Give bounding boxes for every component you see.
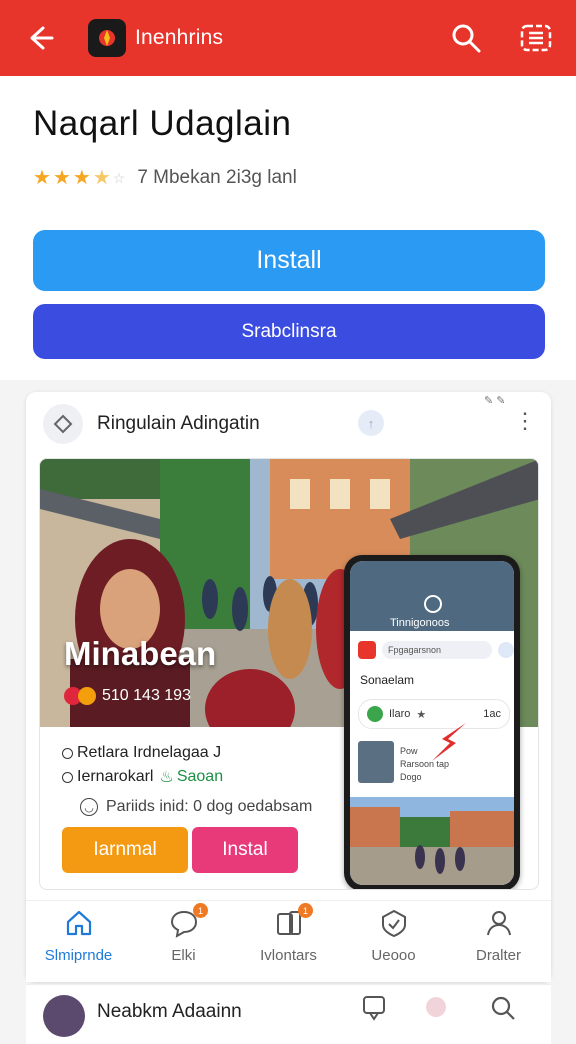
pointer-arrow-icon [432,723,466,761]
promo-meta: 510 143 193 [64,687,191,705]
promo-caption: Minabean [64,635,217,672]
leaf-icon [367,706,383,722]
rating-count: 7 Mbekan 2i3g lanl [137,167,297,188]
sprout-icon: ♨ [159,769,174,786]
app-bar: Inenhrins [0,0,576,76]
promo-card[interactable]: Minabean 510 143 193 Retlara Irdnelagaa … [39,458,539,890]
camera-icon [424,595,442,613]
tab-home[interactable]: Slmiprnde [26,901,131,982]
diamond-icon [43,404,83,444]
tab-chat[interactable]: 1 Elki [131,901,236,982]
bullet-icon [62,747,73,759]
notification-badge: 1 [193,903,208,918]
detail-line: ◡ Pariids inid: 0 dog oedabsam [62,795,332,819]
home-icon [63,907,95,939]
app-logo [88,19,126,57]
bullet-icon [62,771,73,783]
menu-box-icon[interactable] [518,20,554,56]
primary-promo-button[interactable]: Iarnmal [62,827,188,873]
person-thumbnail [358,741,394,783]
tab-profile[interactable]: Dralter [446,901,551,982]
arrow-left-icon[interactable] [22,20,58,56]
bottom-tab-bar: Slmiprnde 1 Elki 1 Ivlontars Ueooo Dralt… [26,900,551,982]
pin-icon[interactable]: ↑ [358,410,384,436]
install-promo-button[interactable]: Instal [192,827,298,873]
detail-line: Retlara Irdnelagaa J [62,741,332,765]
shield-icon [378,907,410,939]
app-name: Naqarl Udaglain [33,104,292,143]
tab-shield[interactable]: Ueooo [341,901,446,982]
secondary-button[interactable]: Srabclinsra [33,304,545,359]
comment-icon[interactable] [362,995,386,1026]
phone-section-title: Sonaelam [360,673,415,687]
help-icon [498,642,514,658]
app-bar-title: Inenhrins [135,26,224,49]
phone-search-input: Fpgagarsnon [382,641,492,659]
app-header: Naqarl Udaglain ★ ★ ★ ★ ☆ 7 Mbekan 2i3g … [0,76,576,380]
avatar[interactable] [43,995,85,1037]
reaction-icon [78,687,96,705]
star-half-icon: ★ [92,167,111,189]
star-icon: ★ [416,708,427,721]
star-icon: ★ [52,167,71,189]
smiley-icon: ◡ [80,798,98,816]
status-icons: ✎ ✎ [484,395,506,407]
profile-icon [483,907,515,939]
phone-top-text: Tinnigonoos [390,617,450,629]
phone-search-bar: Fpgagarsnon [358,639,514,661]
promo-meta-text: 510 143 193 [102,687,191,704]
star-icon: ★ [72,167,91,189]
search-icon[interactable] [448,20,484,56]
app-icon [358,641,376,659]
next-post-header: Neabkm Adaainn [26,984,551,1044]
rating: ★ ★ ★ ★ ☆ 7 Mbekan 2i3g lanl [33,167,297,189]
search-icon[interactable] [490,995,516,1026]
reaction-icon[interactable] [426,997,446,1017]
tab-phone[interactable]: 1 Ivlontars [236,901,341,982]
phone-photo [350,797,514,885]
post-card: Ringulain Adingatin ↑ ✎ ✎ ⋮ Minabean 510… [26,392,551,982]
detail-line: Iernarokarl ♨ Saoan [62,765,332,789]
phone-mockup: Tinnigonoos Fpgagarsnon Sonaelam Ilaro ★… [344,555,520,889]
notification-badge: 1 [298,903,313,918]
install-button[interactable]: Install [33,230,545,291]
post-header: Ringulain Adingatin ↑ ✎ ✎ ⋮ [26,392,551,454]
next-post-author[interactable]: Neabkm Adaainn [97,1001,242,1023]
phone-screen: Tinnigonoos Fpgagarsnon Sonaelam Ilaro ★… [350,561,514,885]
post-author[interactable]: Ringulain Adingatin [97,413,260,435]
star-empty-icon: ☆ [112,170,126,186]
more-options-icon[interactable]: ⋮ [514,410,536,432]
star-icon: ★ [33,167,51,189]
promo-details: Retlara Irdnelagaa J Iernarokarl ♨ Saoan… [62,741,332,819]
